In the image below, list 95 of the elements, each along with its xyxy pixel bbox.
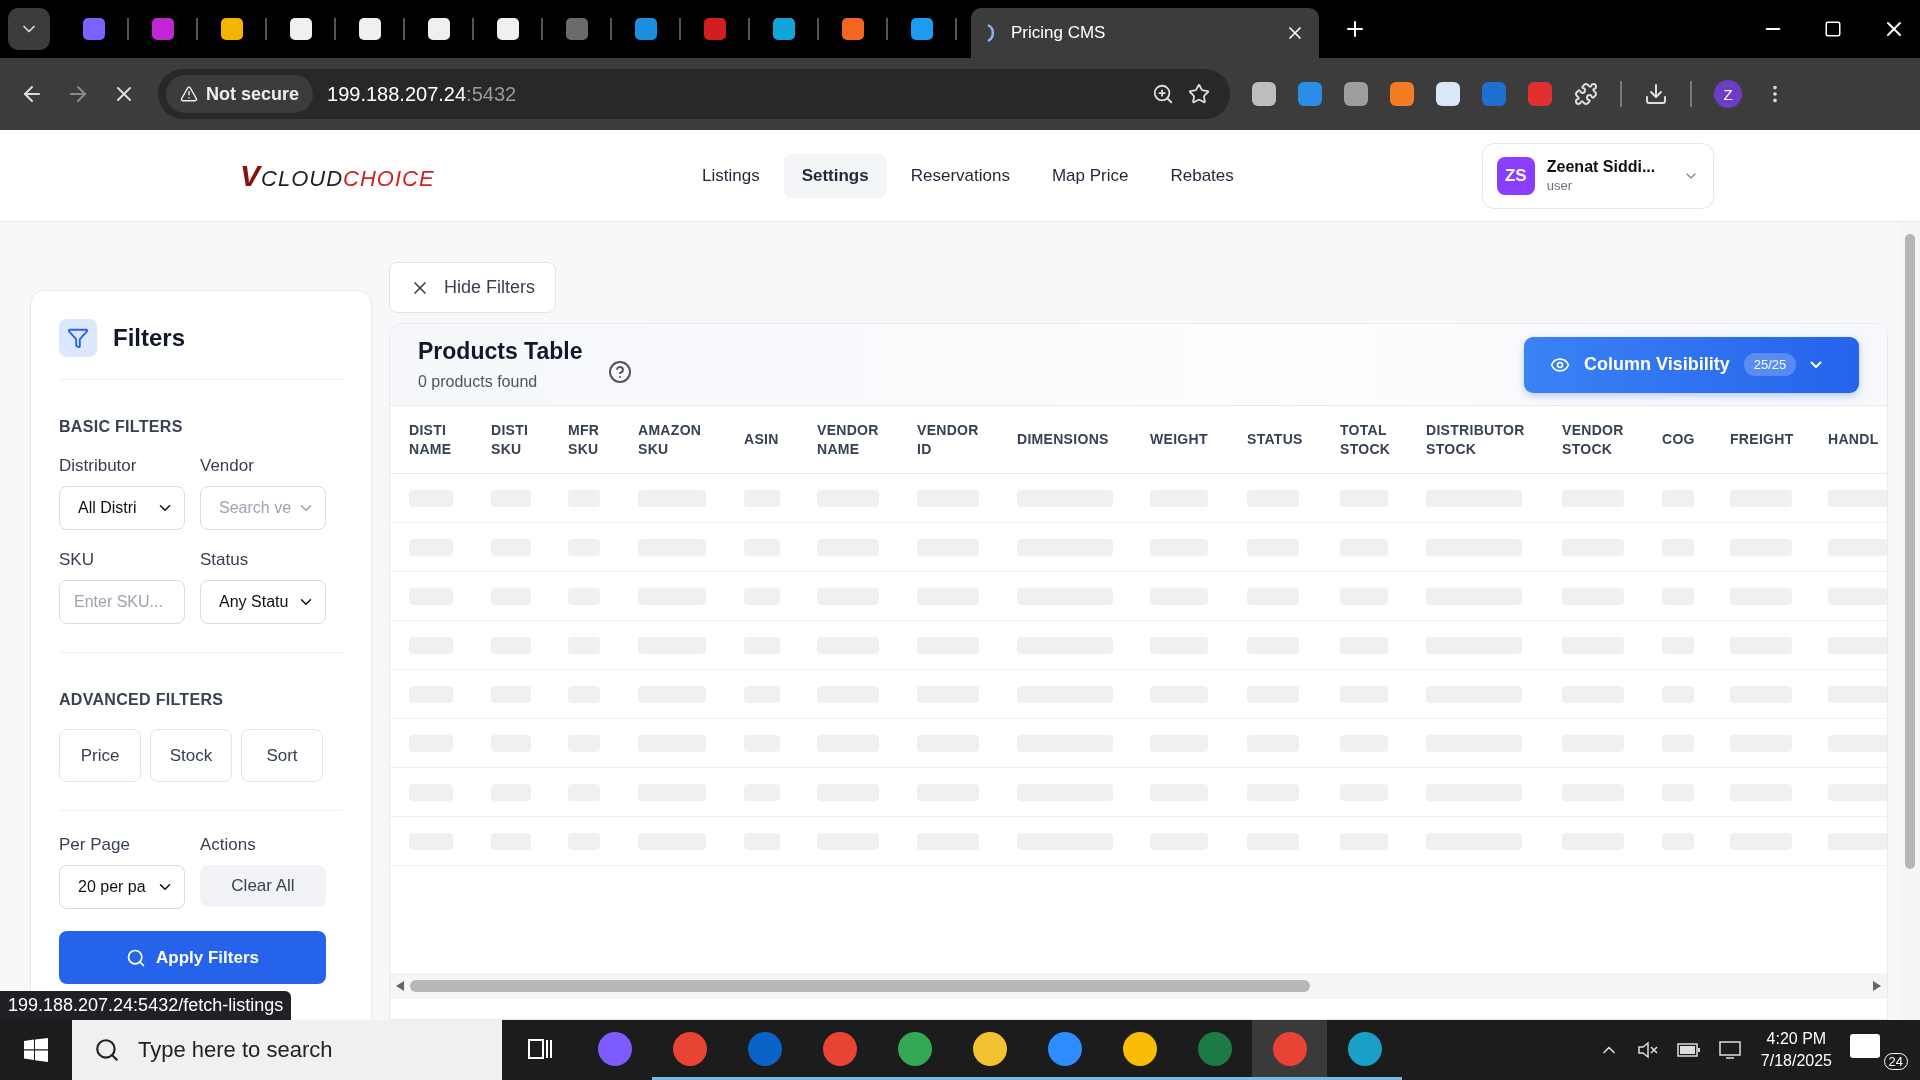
restore-icon[interactable]	[1824, 20, 1842, 38]
download-icon[interactable]	[1644, 82, 1668, 106]
taskbar-search-field[interactable]: Type here to search	[72, 1020, 502, 1080]
column-header: VENDOR STOCK	[1562, 420, 1625, 459]
taskbar-app[interactable]	[1252, 1020, 1327, 1080]
site-icon[interactable]	[910, 18, 933, 40]
bookmark-star-icon[interactable]	[1188, 83, 1210, 105]
column-visibility-button[interactable]: Column Visibility 25/25	[1524, 336, 1859, 393]
field-label: Vendor	[200, 456, 255, 476]
sku-input-field[interactable]: Enter SKU...	[59, 580, 185, 624]
tab-title: Pricing CMS	[1011, 23, 1107, 43]
table-title: Products Table	[418, 338, 583, 365]
hide-filters-button[interactable]: Hide Filters	[389, 262, 557, 313]
field-label: SKU	[59, 550, 95, 570]
scroll-right-icon[interactable]	[1873, 981, 1881, 991]
security-chip[interactable]: Not secure	[166, 75, 314, 113]
section-heading: ADVANCED FILTERS	[59, 691, 225, 709]
count-badge: 25/25	[1743, 353, 1797, 376]
column-header: DIMENSIONS	[1017, 430, 1110, 449]
help-icon[interactable]	[608, 359, 633, 384]
address-bar[interactable]: Not secure 199.188.207.24:5432	[158, 69, 1230, 119]
speaker-muted-icon[interactable]	[1636, 1040, 1659, 1060]
column-header: HANDL	[1828, 430, 1880, 449]
notification-count: 24	[1883, 1053, 1908, 1070]
column-header: DISTRIBUTOR STOCK	[1426, 420, 1526, 459]
column-header: STATUS	[1247, 430, 1304, 449]
site-icon[interactable]	[772, 18, 795, 40]
site-icon[interactable]	[634, 18, 657, 40]
warning-icon	[180, 85, 198, 103]
extension-icon[interactable]	[1390, 82, 1414, 106]
scroll-left-icon[interactable]	[396, 981, 404, 991]
logo[interactable]: VCLOUDCHOICE	[240, 158, 490, 193]
windows-icon[interactable]	[24, 1038, 48, 1062]
link-status-tooltip: 199.188.207.24:5432/fetch-listings	[0, 991, 292, 1020]
section-heading: BASIC FILTERS	[59, 418, 184, 436]
field-label: Distributor	[59, 456, 138, 476]
column-header: AMAZON SKU	[638, 420, 703, 459]
column-header: DISTI NAME	[409, 420, 453, 459]
filter-icon	[59, 319, 97, 357]
vertical-scrollbar[interactable]	[1900, 222, 1920, 1020]
apply-filters-button[interactable]: Apply Filters	[59, 931, 326, 984]
field-label: Actions	[200, 835, 257, 855]
nav-link[interactable]: Settings	[783, 153, 887, 198]
filter-button[interactable]: Stock	[150, 729, 232, 782]
filter-button[interactable]: Price	[59, 729, 141, 782]
column-header: VENDOR ID	[917, 420, 980, 459]
search-icon	[126, 947, 146, 968]
column-header: COG	[1662, 430, 1696, 449]
url-text: 199.188.207.24:5432	[327, 82, 518, 106]
field-label: Per Page	[59, 835, 131, 855]
nav-link[interactable]: Listings	[684, 153, 778, 198]
zoom-icon[interactable]	[1152, 83, 1174, 105]
filters-title: Filters	[113, 324, 186, 352]
column-header: FREIGHT	[1730, 430, 1795, 449]
dropdown-field[interactable]: All Distri	[59, 486, 185, 530]
user-role: user	[1546, 178, 1574, 193]
clear-all-button[interactable]: Clear All	[200, 865, 326, 907]
user-menu[interactable]: ZS Zeenat Siddi... user	[1481, 142, 1714, 209]
column-header: MFR SKU	[568, 420, 601, 459]
extension-icon[interactable]	[1436, 82, 1460, 106]
site-icon[interactable]	[427, 18, 450, 40]
results-count: 0 products found	[418, 373, 539, 391]
profile-avatar[interactable]: Z	[1714, 80, 1742, 108]
security-label: Not secure	[206, 83, 300, 105]
user-avatar: ZS	[1496, 156, 1535, 195]
dropdown-field[interactable]: 20 per pa	[59, 865, 185, 909]
site-icon[interactable]	[841, 18, 864, 40]
column-header: ASIN	[744, 430, 780, 449]
task-view-icon[interactable]	[526, 1036, 553, 1061]
extensions-icon[interactable]	[1574, 82, 1598, 106]
site-icon[interactable]	[496, 18, 519, 40]
field-label: Status	[200, 550, 250, 570]
extension-icon[interactable]	[1252, 82, 1276, 106]
column-header: TOTAL STOCK	[1340, 420, 1392, 459]
column-header: VENDOR NAME	[817, 420, 880, 459]
site-icon[interactable]	[220, 18, 243, 40]
nav-link[interactable]: Reservations	[892, 153, 1028, 198]
column-header: DISTI SKU	[491, 420, 530, 459]
taskbar-clock[interactable]: 4:20 PM 7/18/2025	[1760, 1028, 1832, 1072]
horizontal-scrollbar[interactable]	[390, 973, 1887, 999]
site-icon[interactable]	[289, 18, 312, 40]
dropdown-field[interactable]: Any Statu	[200, 580, 326, 624]
browser-tab[interactable]: Pricing CMS	[971, 8, 1319, 58]
battery-icon[interactable]	[1676, 1042, 1701, 1058]
nav-link[interactable]: Map Price	[1033, 153, 1147, 198]
nav-link[interactable]: Rebates	[1152, 153, 1252, 198]
search-icon	[94, 1037, 120, 1063]
column-header: WEIGHT	[1150, 430, 1209, 449]
filter-button[interactable]: Sort	[241, 729, 323, 782]
chevron-down-icon	[1810, 361, 1823, 368]
site-icon[interactable]	[358, 18, 381, 40]
tab-list-button[interactable]	[8, 8, 50, 50]
network-icon[interactable]	[1718, 1040, 1743, 1060]
user-name: Zeenat Siddi...	[1546, 158, 1657, 176]
extension-icon[interactable]	[1344, 82, 1368, 106]
